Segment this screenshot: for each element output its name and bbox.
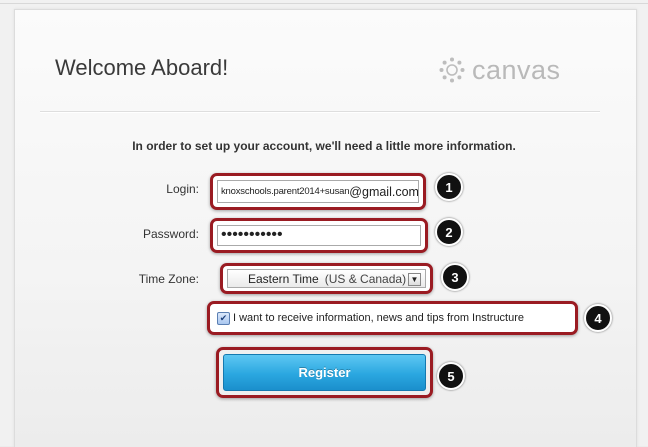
chevron-down-icon[interactable]: ▼ (408, 273, 421, 286)
canvas-logo-icon (439, 57, 465, 83)
login-value-suffix: @gmail.com (349, 184, 419, 199)
password-label: Password: (142, 227, 199, 241)
login-highlight: knoxschools.parent2014+susan @gmail.com (210, 173, 426, 210)
login-value-prefix: knoxschools.parent2014+susan (221, 186, 350, 197)
callout-badge-2: 2 (435, 218, 463, 246)
callout-badge-5: 5 (437, 362, 465, 390)
top-border (0, 3, 648, 4)
password-highlight: ••••••••••• (210, 218, 428, 253)
newsletter-option[interactable]: ✔ I want to receive information, news an… (214, 308, 571, 328)
register-highlight: Register (216, 347, 433, 398)
callout-badge-3: 3 (441, 263, 469, 291)
brand-name: canvas (472, 54, 561, 85)
timezone-value-detail: (US & Canada) (324, 271, 407, 286)
newsletter-label: I want to receive information, news and … (233, 312, 525, 324)
intro-text: In order to set up your account, we'll n… (132, 139, 516, 153)
timezone-highlight: Eastern Time (US & Canada) ▼ (220, 263, 433, 294)
login-label: Login: (166, 182, 199, 196)
callout-badge-1: 1 (435, 173, 463, 201)
password-field[interactable]: ••••••••••• (217, 225, 421, 246)
canvas-logo: canvas (438, 54, 561, 86)
divider (40, 111, 600, 112)
login-field[interactable]: knoxschools.parent2014+susan @gmail.com (217, 180, 419, 203)
page-background: Welcome Aboard! canvas In order to set u… (0, 0, 648, 447)
checkmark-icon: ✔ (219, 312, 228, 323)
password-value: ••••••••••• (221, 225, 283, 243)
page-title: Welcome Aboard! (55, 55, 229, 80)
register-button[interactable]: Register (223, 354, 426, 391)
newsletter-checkbox[interactable]: ✔ (217, 311, 230, 325)
timezone-label: Time Zone: (138, 272, 199, 286)
timezone-select[interactable]: Eastern Time (US & Canada) ▼ (227, 269, 426, 288)
callout-badge-4: 4 (584, 304, 612, 332)
timezone-value: Eastern Time (248, 271, 319, 286)
newsletter-highlight: ✔ I want to receive information, news an… (207, 301, 578, 335)
